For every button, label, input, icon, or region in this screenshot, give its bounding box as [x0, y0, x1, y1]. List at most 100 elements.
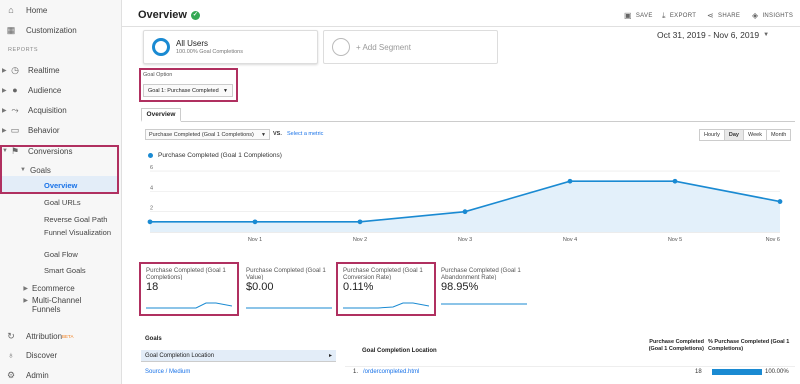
row-location-link[interactable]: /ordercompleted.html — [363, 369, 419, 375]
sidebar-item-ecommerce[interactable]: ▶ Ecommerce — [0, 280, 122, 296]
data-point — [672, 178, 678, 184]
y-tick-label: 6 — [150, 165, 153, 171]
month-button[interactable]: Month — [765, 129, 792, 141]
sidebar-item-attribution[interactable]: ↻ Attribution BETA — [0, 328, 122, 344]
add-segment-button[interactable]: + Add Segment — [323, 30, 498, 64]
x-tick-label: Nov 4 — [563, 237, 577, 243]
clock-icon: ◷ — [11, 65, 19, 75]
sidebar-item-admin[interactable]: ⚙ Admin — [0, 367, 122, 383]
empty-circle-icon — [332, 38, 350, 56]
chevron-down-icon: ▼ — [763, 32, 770, 38]
sidebar-item-acquisition[interactable]: ▶ ⤳ Acquisition — [0, 102, 122, 118]
data-point — [147, 219, 153, 225]
day-button[interactable]: Day — [723, 129, 744, 141]
sidebar-item-funnel-visualization[interactable]: Funnel Visualization — [44, 228, 114, 237]
col-purchase-completed[interactable]: Purchase Completed (Goal 1 Completions) — [640, 339, 704, 353]
page-title: Overview ✓ — [138, 9, 200, 21]
gear-icon: ⚙ — [6, 370, 16, 380]
sidebar-item-goal-flow[interactable]: Goal Flow — [44, 250, 78, 259]
beta-badge: BETA — [62, 333, 74, 339]
sidebar-item-behavior[interactable]: ▶ ▭ Behavior — [0, 122, 122, 138]
metric-select[interactable]: Purchase Completed (Goal 1 Completions) … — [145, 129, 270, 140]
chevron-down-icon: ▼ — [223, 87, 228, 94]
insights-button[interactable]: ◈ INSIGHTS — [752, 11, 793, 20]
data-point — [567, 178, 573, 184]
dimension-goal-completion-location[interactable]: Goal Completion Location ▸ — [141, 350, 336, 362]
chevron-right-icon: ▸ — [328, 353, 332, 359]
sidebar-item-goal-urls[interactable]: Goal URLs — [44, 198, 81, 207]
data-point — [357, 219, 363, 225]
dimension-source-medium[interactable]: Source / Medium — [145, 369, 190, 375]
line-chart: 2 4 6 Nov 1 Nov 2 Nov 3 Nov 4 Nov 5 Nov 6 — [147, 165, 783, 243]
scorecard-value: 98.95% — [441, 281, 479, 293]
download-icon: ⤓ — [662, 11, 666, 20]
acquisition-icon: ⤳ — [11, 105, 19, 115]
tab-overview[interactable]: Overview — [141, 108, 181, 122]
week-button[interactable]: Week — [743, 129, 767, 141]
vs-label: VS. — [273, 131, 282, 137]
select-metric-link[interactable]: Select a metric — [287, 131, 323, 137]
y-tick-label: 4 — [150, 185, 153, 191]
x-tick-label: Nov 2 — [353, 237, 367, 243]
row-count: 18 — [695, 369, 702, 375]
segment-subtitle: 100.00% Goal Completions — [176, 49, 243, 55]
sidebar-item-smart-goals[interactable]: Smart Goals — [44, 266, 86, 275]
scorecard-highlight-box — [336, 262, 436, 316]
x-tick-label: Nov 1 — [248, 237, 262, 243]
attribution-icon: ↻ — [7, 331, 15, 341]
scorecard-value-card[interactable]: Purchase Completed (Goal 1 Value) $0.00 — [242, 264, 337, 316]
insights-icon: ◈ — [752, 11, 759, 20]
verified-check-icon: ✓ — [190, 10, 200, 20]
scorecard-highlight-box — [139, 262, 239, 316]
chevron-right-icon: ▶ — [23, 298, 28, 304]
sidebar-item-customization[interactable]: ▦ Customization — [0, 22, 122, 38]
col-percent-purchase-completed[interactable]: % Purchase Completed (Goal 1 Completions… — [708, 339, 792, 353]
chevron-right-icon: ▶ — [23, 285, 28, 292]
chevron-down-icon: ▼ — [261, 131, 266, 138]
sidebar-item-audience[interactable]: ▶ ● Audience — [0, 82, 122, 98]
goal-option-select[interactable]: Goal 1: Purchase Completed ▼ — [143, 84, 233, 97]
person-icon: ● — [12, 85, 18, 95]
sidebar-item-multichannel[interactable]: ▶ Multi-Channel Funnels — [0, 296, 122, 314]
export-button[interactable]: ⤓ EXPORT — [662, 11, 696, 21]
customization-icon: ▦ — [6, 25, 16, 35]
x-tick-label: Nov 6 — [766, 237, 780, 243]
segment-all-users[interactable]: All Users 100.00% Goal Completions — [143, 30, 318, 64]
scorecard-title: Purchase Completed (Goal 1 Abandonment R… — [441, 267, 521, 280]
header-divider — [122, 26, 800, 27]
save-icon: ▣ — [624, 11, 632, 20]
date-range-picker[interactable]: Oct 31, 2019 - Nov 6, 2019 ▼ — [657, 30, 769, 40]
percent-bar — [712, 369, 762, 375]
sidebar-item-reverse-goal-path[interactable]: Reverse Goal Path — [44, 215, 107, 224]
row-index: 1. — [353, 369, 359, 375]
area-fill — [150, 181, 780, 232]
behavior-icon: ▭ — [10, 125, 20, 135]
row-percent: 100.00% — [765, 369, 789, 375]
save-button[interactable]: ▣ SAVE — [624, 11, 653, 20]
chevron-right-icon: ▶ — [2, 127, 7, 134]
x-tick-label: Nov 3 — [458, 237, 472, 243]
time-granularity-buttons: Hourly Day Week Month — [699, 129, 792, 141]
sidebar-item-discover[interactable]: ♁ Discover — [0, 347, 122, 363]
scorecard-title: Purchase Completed (Goal 1 Value) — [246, 267, 326, 280]
sparkline — [441, 303, 527, 305]
chevron-right-icon: ▶ — [2, 67, 7, 74]
chevron-right-icon: ▶ — [2, 87, 7, 94]
chart-legend: Purchase Completed (Goal 1 Completions) — [148, 152, 282, 159]
legend-label: Purchase Completed (Goal 1 Completions) — [158, 152, 282, 159]
col-goal-completion-location[interactable]: Goal Completion Location — [362, 348, 437, 354]
sidebar-item-realtime[interactable]: ▶ ◷ Realtime — [0, 62, 122, 78]
scorecard-value: $0.00 — [246, 281, 274, 293]
segment-circle-icon — [152, 38, 170, 56]
scorecard-abandonment-rate[interactable]: Purchase Completed (Goal 1 Abandonment R… — [437, 264, 532, 316]
data-point — [462, 209, 468, 215]
chevron-right-icon: ▶ — [2, 107, 7, 114]
table-row: 1. /ordercompleted.html 18 100.00% — [345, 366, 795, 377]
share-button[interactable]: ⋖ SHARE — [707, 11, 740, 20]
data-point — [252, 219, 258, 225]
sidebar-item-home[interactable]: ⌂ Home — [0, 2, 122, 18]
hourly-button[interactable]: Hourly — [699, 129, 725, 141]
data-point — [777, 199, 783, 204]
goals-header: Goals — [145, 336, 162, 342]
share-icon: ⋖ — [707, 11, 715, 20]
